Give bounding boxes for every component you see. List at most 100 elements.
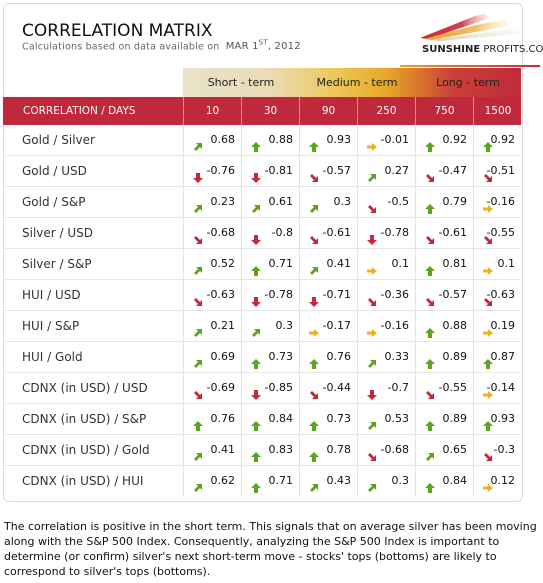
correlation-value: 0.69 [210,350,236,363]
table-row: Gold / USD -0.76 -0.81 -0.57 0.27 -0.47 -0.51 [3,156,521,187]
arrow-down-right-icon [425,382,435,399]
arrow-up-icon [251,258,261,276]
arrow-down-right-icon [367,289,377,306]
correlation-value: -0.57 [438,288,467,301]
arrow-up-icon [425,134,435,152]
row-label: Silver / USD [22,226,94,240]
date-suffix: ST [258,39,268,47]
correlation-value: 0.89 [442,412,468,425]
correlation-cell: 0.76 [299,342,357,372]
correlation-value: 0.23 [210,195,236,208]
arrow-up-right-icon [251,320,261,337]
arrow-right-icon [309,320,319,337]
arrow-down-right-icon [425,289,435,306]
arrow-up-icon [251,351,261,369]
correlation-value: -0.68 [380,443,409,456]
correlation-cell: 0.71 [241,249,299,279]
correlation-cell: 0.52 [183,249,241,279]
correlation-cell: -0.16 [357,311,415,341]
table-row: Silver / S&P 0.52 0.71 0.41 0.1 0.81 0.1 [3,249,521,280]
arrow-up-right-icon [193,475,203,492]
arrow-up-right-icon [309,196,319,213]
arrow-down-icon [309,289,319,307]
correlation-value: 0.84 [442,474,468,487]
row-label: CDNX (in USD) / Gold [22,443,150,457]
correlation-cell: 0.84 [241,404,299,434]
correlation-value: -0.7 [387,381,409,394]
date-main: MAR 1 [225,41,259,53]
arrow-down-right-icon [425,165,435,182]
arrow-up-icon [425,196,435,214]
arrow-up-right-icon [367,475,377,492]
arrow-up-right-icon [309,258,319,275]
row-label: CDNX (in USD) / HUI [22,474,144,488]
term-short: Short - term [207,76,275,89]
correlation-cell: -0.47 [415,156,473,186]
correlation-value: 0.71 [268,474,294,487]
table-row: CDNX (in USD) / S&P 0.76 0.84 0.73 0.53 0.89 0… [3,404,521,435]
correlation-value: 0.1 [497,257,516,270]
logo-underline [400,65,540,67]
correlation-cell: 0.83 [241,435,299,465]
row-label: Gold / USD [22,164,87,178]
correlation-value: 0.73 [268,350,294,363]
correlation-value: 0.78 [326,443,352,456]
correlation-value: -0.51 [486,164,515,177]
table-row: CDNX (in USD) / HUI 0.62 0.71 0.43 0.3 0.84 0.… [3,466,521,496]
arrow-up-icon [251,475,261,493]
correlation-cell: 0.93 [299,125,357,155]
arrow-up-icon [425,258,435,276]
correlation-value: 0.62 [210,474,236,487]
correlation-value: 0.3 [333,195,352,208]
arrow-down-icon [251,165,261,183]
correlation-cell: -0.76 [183,156,241,186]
correlation-cell: -0.78 [357,218,415,248]
correlation-value: 0.12 [490,474,516,487]
arrow-up-right-icon [367,351,377,368]
correlation-cell: 0.69 [183,342,241,372]
column-header-1500: 1500 [473,97,522,125]
correlation-cell: 0.87 [473,342,521,372]
correlation-value: -0.69 [206,381,235,394]
column-header-10: 10 [183,97,241,125]
correlation-value: 0.73 [326,412,352,425]
arrow-down-right-icon [193,227,203,244]
correlation-cell: 0.19 [473,311,521,341]
correlation-value: 0.92 [442,133,468,146]
correlation-value: 0.33 [384,350,410,363]
data-date: MAR 1ST, 2012 [225,39,301,53]
table-row: Silver / USD -0.68 -0.8 -0.61 -0.78 -0.61 -0.5… [3,218,521,249]
correlation-value: -0.61 [438,226,467,239]
correlation-value: 0.3 [275,319,294,332]
correlation-cell: -0.44 [299,373,357,403]
arrow-up-right-icon [367,165,377,182]
column-header-row: CORRELATION / DAYS 10 30 90 250 750 1500 [3,97,521,125]
correlation-value: -0.16 [486,195,515,208]
arrow-up-right-icon [425,444,435,461]
correlation-value: 0.41 [210,443,236,456]
subtitle: Calculations based on data available on … [22,39,301,52]
arrow-up-icon [425,413,435,431]
correlation-cell: 0.88 [415,311,473,341]
correlation-cell: 0.41 [183,435,241,465]
arrow-down-right-icon [309,227,319,244]
correlation-value: 0.27 [384,164,410,177]
arrow-down-right-icon [367,444,377,461]
correlation-value: 0.52 [210,257,236,270]
arrow-up-right-icon [193,196,203,213]
correlation-cell: 0.27 [357,156,415,186]
arrow-up-icon [425,320,435,338]
sunshine-profits-logo[interactable]: SUNSHINE PROFITS.COM [400,6,543,67]
arrow-up-icon [309,413,319,431]
correlation-value: 0.93 [326,133,352,146]
page-title: CORRELATION MATRIX [22,21,213,41]
arrow-down-right-icon [483,444,493,461]
correlation-cell: -0.81 [241,156,299,186]
correlation-cell: 0.3 [357,466,415,496]
correlation-value: 0.43 [326,474,352,487]
arrow-down-icon [367,227,377,245]
correlation-value: -0.71 [322,288,351,301]
correlation-cell: 0.41 [299,249,357,279]
arrow-up-right-icon [193,444,203,461]
correlation-cell: 0.3 [241,311,299,341]
